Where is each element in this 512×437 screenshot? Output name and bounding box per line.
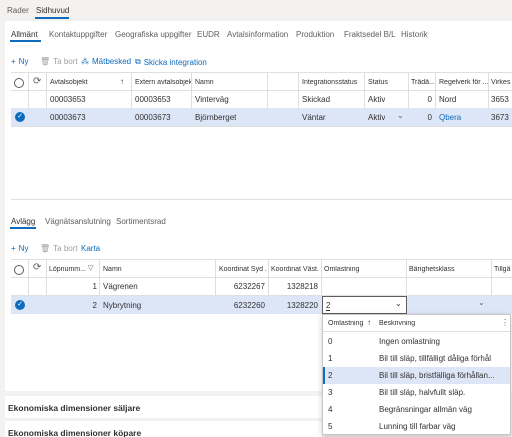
tab-geografiska[interactable]: Geografiska uppgifter [115, 30, 192, 39]
skicka-integration-button[interactable]: ⧉ Skicka integration [135, 57, 207, 67]
chevron-down-icon[interactable]: ⌄ [397, 111, 404, 120]
tab-allmant[interactable]: Allmänt [11, 30, 38, 39]
plus-icon: + [11, 57, 16, 66]
dropdown-option[interactable]: 3 Bil till släp, halvfullt släp. [323, 384, 510, 401]
table-row[interactable]: 1 Vägrenen 6232267 1328218 [11, 278, 512, 295]
grid2-select-all-radio[interactable] [14, 265, 24, 275]
regelverk-link[interactable]: Qbera [439, 113, 461, 122]
refresh-icon[interactable]: ⟳ [33, 76, 41, 87]
grid1-header-tradslag[interactable]: Trädä... [411, 79, 437, 86]
section-dimensioner-saljare[interactable]: Ekonomiska dimensioner säljare [8, 403, 140, 413]
tab-produktion[interactable]: Produktion [296, 30, 334, 39]
tab-allmant-underline [10, 40, 41, 42]
grid1-header-integrationsstatus[interactable]: Integrationsstatus [302, 79, 364, 86]
grid1-header-regelverk[interactable]: Regelverk för ... [439, 79, 489, 86]
grid1-select-all-radio[interactable] [14, 78, 24, 88]
delete-button[interactable]: 🗑 Ta bort [40, 57, 78, 66]
grid1-header-namn[interactable]: Namn [195, 79, 265, 86]
tab-sidhuvud[interactable]: Sidhuvud [36, 6, 69, 15]
grid2-header-barighetsklass[interactable]: Bärighetsklass [409, 266, 479, 273]
dropdown-option[interactable]: 5 Lunning till farbar väg [323, 418, 510, 435]
table-row[interactable]: 00003653 00003653 Vinterväg Skickad Akti… [11, 91, 512, 108]
tab-historik[interactable]: Historik [401, 30, 428, 39]
karta-button[interactable]: Karta [81, 244, 100, 253]
chevron-down-icon[interactable]: ⌄ [478, 298, 485, 307]
new-button[interactable]: + Ny [11, 57, 28, 66]
tab-avlagg-underline [10, 227, 36, 229]
send-icon: ⧉ [135, 57, 141, 66]
grid1-header-avtalsobjekt[interactable]: Avtalsobjekt [50, 79, 120, 86]
tab-sidhuvud-underline [35, 17, 69, 19]
measure-icon: ⁂ [81, 57, 89, 66]
tab-sortimentsrad[interactable]: Sortimentsrad [116, 217, 166, 226]
new-avlagg-button[interactable]: + Ny [11, 244, 28, 253]
chevron-down-icon[interactable]: ⌄ [395, 299, 402, 308]
dropdown-header: Omlastning ↑ Beskrivning ⋮ [323, 315, 510, 332]
table-row-selected[interactable]: ✓ 00003673 00003673 Björnberget Väntar A… [11, 108, 512, 126]
grid1-header-virkes[interactable]: Virkes [491, 79, 512, 86]
omlastning-input[interactable]: 2 ⌄ [322, 296, 407, 314]
grid2-header-omlastning[interactable]: Omlastning [324, 266, 384, 273]
tab-rader[interactable]: Rader [7, 6, 29, 15]
dropdown-option[interactable]: 0 Ingen omlastning [323, 333, 510, 350]
plus-icon: + [11, 244, 16, 253]
row-selected-check-icon[interactable]: ✓ [15, 112, 25, 122]
dropdown-option-selected[interactable]: 2 Bil till släp, bristfälliga förhållan.… [323, 367, 510, 384]
filter-icon[interactable]: ▽ [88, 264, 93, 272]
section-dimensioner-kopare[interactable]: Ekonomiska dimensioner köpare [8, 428, 141, 437]
tab-kontaktuppgifter[interactable]: Kontaktuppgifter [49, 30, 107, 39]
grid2-header-koordinat-syd[interactable]: Koordinat Syd ... [219, 266, 267, 273]
trash-icon: 🗑 [40, 244, 51, 253]
delete-avlagg-button[interactable]: 🗑 Ta bort [40, 244, 78, 253]
table-row-selected[interactable]: ✓ 2 Nybrytning 6232260 1328220 [11, 296, 512, 314]
grid2-header-tillganglighet[interactable]: Tillgä [494, 266, 512, 273]
sort-ascending-icon: ↑ [367, 318, 371, 327]
sort-ascending-icon: ↑ [120, 77, 124, 86]
tab-avtalsinformation[interactable]: Avtalsinformation [227, 30, 288, 39]
tab-avlagg[interactable]: Avlägg [11, 217, 35, 226]
tab-eudr[interactable]: EUDR [197, 30, 220, 39]
grid2-header-koordinat-vast[interactable]: Koordinat Väst... [271, 266, 319, 273]
grid2-header-lopnummer[interactable]: Löpnumm... [49, 266, 89, 273]
tab-vagnatsanslutning[interactable]: Vägnätsanslutning [45, 217, 111, 226]
grid1-header-status[interactable]: Status [368, 79, 408, 86]
grid1-header-extern[interactable]: Extern avtalsobjek... [135, 79, 193, 86]
dropdown-option[interactable]: 1 Bil till släp, tillfälligt dåliga förh… [323, 350, 510, 367]
row-selected-check-icon[interactable]: ✓ [15, 300, 25, 310]
dropdown-option[interactable]: 4 Begränsningar allmän väg [323, 401, 510, 418]
trash-icon: 🗑 [40, 57, 51, 66]
status-select[interactable]: Aktiv [368, 113, 385, 122]
omlastning-dropdown[interactable]: Omlastning ↑ Beskrivning ⋮ 0 Ingen omlas… [322, 314, 511, 435]
tab-fraktsedel[interactable]: Fraktsedel B/L [344, 30, 396, 39]
grid1-top-border [11, 72, 512, 73]
refresh-icon[interactable]: ⟳ [33, 262, 41, 273]
matbesked-button[interactable]: ⁂ Mätbesked [81, 57, 131, 66]
more-options-icon[interactable]: ⋮ [501, 318, 509, 327]
grid2-header-namn[interactable]: Namn [103, 266, 203, 273]
